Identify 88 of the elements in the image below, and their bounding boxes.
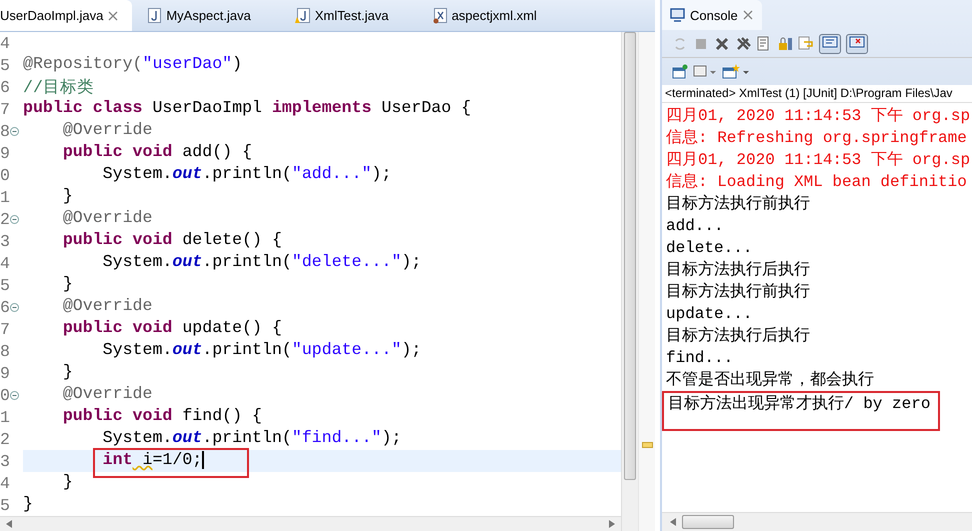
line-number: 7 xyxy=(0,320,10,338)
code-line: } xyxy=(62,362,74,383)
code-line: @Repository("userDao") xyxy=(23,54,244,75)
line-number: 7 xyxy=(0,100,10,118)
java-file-warning-icon xyxy=(294,8,310,24)
horizontal-scrollbar[interactable] xyxy=(0,516,621,531)
line-number: 3 xyxy=(0,452,10,470)
code-line: public class UserDaoImpl implements UserDao { xyxy=(23,98,472,119)
console-status: <terminated> XmlTest (1) [JUnit] D:\Program Files\Jav xyxy=(662,85,972,103)
scroll-lock-icon[interactable] xyxy=(777,36,793,52)
scroll-right-icon[interactable] xyxy=(609,520,615,528)
monitor-icon xyxy=(670,8,685,22)
editor-tab[interactable]: MyAspect.java xyxy=(140,0,265,31)
editor-tab[interactable]: XmlTest.java xyxy=(286,0,403,31)
line-number: 8 xyxy=(0,342,10,360)
console-line: add... xyxy=(666,216,725,237)
console-line: 四月01, 2020 11:14:53 下午 org.sp xyxy=(666,150,972,171)
console-line: 信息: Refreshing org.springframe xyxy=(666,128,968,149)
fold-icon[interactable] xyxy=(10,302,19,312)
code-line: public void find() { xyxy=(62,406,263,427)
code-line: } xyxy=(62,274,74,295)
line-number: 4 xyxy=(0,254,10,272)
line-number: 3 xyxy=(0,232,10,250)
code-line: } xyxy=(23,494,34,515)
code-line: @Override xyxy=(62,120,154,141)
show-on-error-button[interactable] xyxy=(846,34,868,54)
line-number: 4 xyxy=(0,474,10,492)
show-on-output-button[interactable] xyxy=(819,34,841,54)
editor-tab[interactable]: aspectjxml.xml xyxy=(424,0,551,31)
xml-file-icon xyxy=(432,8,447,24)
console-line: 目标方法执行前执行 xyxy=(666,282,811,303)
horizontal-scrollbar[interactable] xyxy=(662,512,972,531)
line-number: 0 xyxy=(0,386,10,404)
java-file-icon xyxy=(148,8,162,23)
line-number: 0 xyxy=(0,166,10,184)
console-line: 目标方法执行后执行 xyxy=(666,260,811,281)
code-line: @Override xyxy=(62,296,154,317)
scrollbar-thumb[interactable] xyxy=(682,515,734,529)
line-number: 8 xyxy=(0,122,10,140)
console-line: delete... xyxy=(666,238,754,259)
console-line: 目标方法执行后执行 xyxy=(666,326,811,347)
code-line: } xyxy=(62,472,74,493)
line-number: 9 xyxy=(0,144,10,162)
console-tab[interactable]: Console xyxy=(662,0,762,30)
line-number: 2 xyxy=(0,430,10,448)
code-line: public void update() { xyxy=(62,318,283,339)
editor-tab[interactable]: UserDaoImpl.java xyxy=(0,0,132,31)
fold-icon[interactable] xyxy=(10,214,19,224)
line-number: 9 xyxy=(0,364,10,382)
fold-icon[interactable] xyxy=(10,126,19,136)
code-line: System.out.println("add..."); xyxy=(102,164,392,185)
close-icon[interactable] xyxy=(742,10,753,20)
line-number: 6 xyxy=(0,298,10,316)
console-line: 不管是否出现异常，都会执行 xyxy=(666,370,875,391)
console-line: 信息: Loading XML bean definitio xyxy=(666,172,968,193)
remove-all-icon[interactable] xyxy=(735,36,751,52)
display-console-icon[interactable] xyxy=(693,64,717,80)
fold-icon[interactable] xyxy=(10,390,19,400)
line-number: 5 xyxy=(0,496,10,514)
word-wrap-icon[interactable] xyxy=(798,36,814,52)
console-line: 四月01, 2020 11:14:53 下午 org.sp xyxy=(666,106,972,127)
code-line: public void delete() { xyxy=(62,230,283,251)
console-line: 目标方法执行前执行 xyxy=(666,194,811,215)
console-line: find... xyxy=(666,348,734,369)
warning-marker[interactable] xyxy=(642,442,653,448)
code-line: System.out.println("update..."); xyxy=(102,340,422,361)
line-number: 2 xyxy=(0,210,10,228)
code-line: } xyxy=(62,186,74,207)
scroll-left-icon[interactable] xyxy=(670,518,676,526)
line-number: 1 xyxy=(0,408,10,426)
code-line: @Override xyxy=(62,208,154,229)
code-line: System.out.println("delete..."); xyxy=(102,252,422,273)
vertical-scrollbar[interactable] xyxy=(621,32,638,531)
line-number: 5 xyxy=(0,56,10,74)
line-number: 1 xyxy=(0,188,10,206)
console-line: update... xyxy=(666,304,754,325)
code-line: System.out.println("find..."); xyxy=(102,428,402,449)
code-line: public void add() { xyxy=(62,142,254,163)
new-console-icon[interactable] xyxy=(722,64,750,80)
code-line: //目标类 xyxy=(23,77,95,98)
line-number: 5 xyxy=(0,276,10,294)
line-number: 6 xyxy=(0,78,10,96)
remove-icon[interactable] xyxy=(714,36,730,52)
line-number: 4 xyxy=(0,34,10,52)
pin-console-icon[interactable] xyxy=(672,64,688,80)
code-line: @Override xyxy=(62,384,154,405)
close-icon[interactable] xyxy=(108,10,118,20)
scroll-left-icon[interactable] xyxy=(6,520,12,528)
